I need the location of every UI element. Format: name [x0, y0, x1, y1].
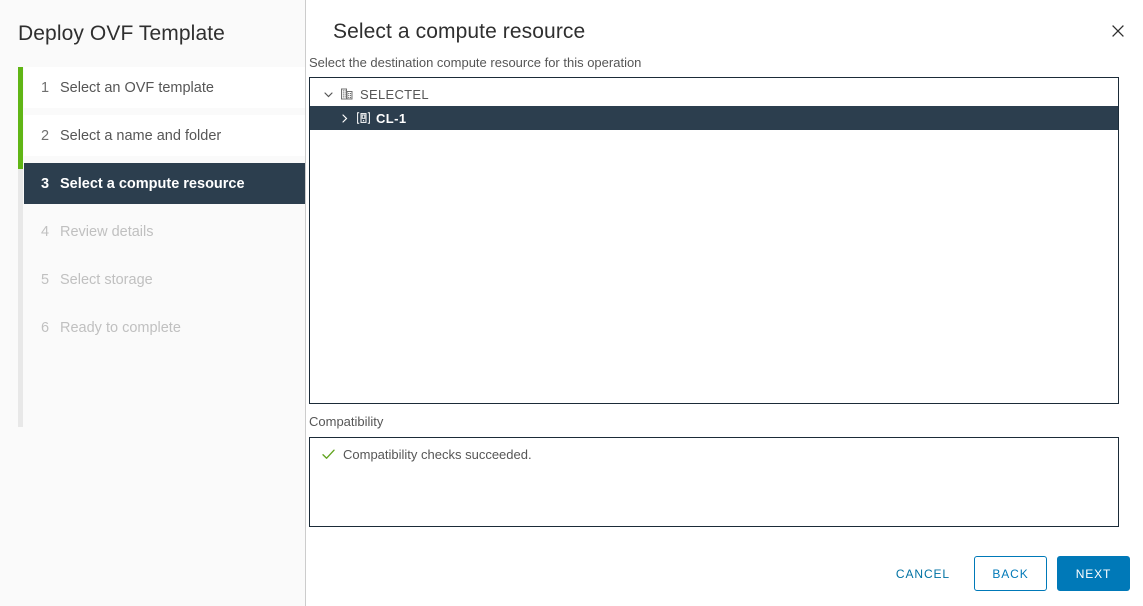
compute-resource-tree[interactable]: SELECTEL C: [309, 77, 1119, 404]
step-number: 4: [41, 224, 60, 240]
sidebar-step-select-a-name-and-folder[interactable]: 2 Select a name and folder: [24, 115, 305, 156]
cluster-icon: [353, 111, 373, 125]
page-title: Select a compute resource: [333, 19, 585, 45]
deploy-ovf-template-dialog: Deploy OVF Template 1 Select an OVF temp…: [0, 0, 1143, 606]
tree-row-fill: [407, 106, 1119, 130]
step-number: 1: [41, 80, 60, 96]
tree-node-label: SELECTEL: [357, 87, 429, 102]
compatibility-message: Compatibility checks succeeded.: [343, 447, 532, 462]
sidebar-step-ready-to-complete[interactable]: 6 Ready to complete: [24, 307, 305, 348]
compatibility-status-row: Compatibility checks succeeded.: [310, 438, 1118, 462]
cancel-button[interactable]: CANCEL: [882, 556, 964, 591]
step-label: Review details: [60, 224, 154, 240]
tree-node-label: CL-1: [373, 111, 407, 126]
chevron-down-icon[interactable]: [319, 89, 337, 100]
step-label: Select a compute resource: [60, 176, 245, 192]
tree-node-selectel[interactable]: SELECTEL: [310, 82, 1118, 106]
step-number: 5: [41, 272, 60, 288]
step-number: 6: [41, 320, 60, 336]
back-button[interactable]: BACK: [974, 556, 1047, 591]
step-label: Ready to complete: [60, 320, 181, 336]
wizard-main-panel: Select a compute resource Select the des…: [306, 0, 1143, 606]
compatibility-panel: Compatibility checks succeeded.: [309, 437, 1119, 527]
step-label: Select a name and folder: [60, 128, 221, 144]
sidebar-step-review-details[interactable]: 4 Review details: [24, 211, 305, 252]
step-number: 2: [41, 128, 60, 144]
progress-rail-remaining: [18, 169, 23, 427]
wizard-steps-list: 1 Select an OVF template 2 Select a name…: [0, 67, 305, 348]
sidebar-step-select-a-compute-resource[interactable]: 3 Select a compute resource: [24, 163, 305, 204]
close-button[interactable]: [1105, 18, 1131, 44]
step-number: 3: [41, 176, 60, 192]
check-icon: [321, 447, 343, 462]
tree-node-cl-1[interactable]: CL-1: [310, 106, 1118, 130]
step-label: Select an OVF template: [60, 80, 214, 96]
wizard-sidebar: Deploy OVF Template 1 Select an OVF temp…: [0, 0, 306, 606]
sidebar-step-select-storage[interactable]: 5 Select storage: [24, 259, 305, 300]
close-icon: [1110, 23, 1126, 39]
chevron-right-icon[interactable]: [335, 113, 353, 124]
step-label: Select storage: [60, 272, 153, 288]
sidebar-step-select-an-ovf-template[interactable]: 1 Select an OVF template: [24, 67, 305, 108]
wizard-title: Deploy OVF Template: [0, 0, 305, 47]
datacenter-icon: [337, 87, 357, 101]
wizard-footer: CANCEL BACK NEXT: [882, 556, 1130, 591]
progress-rail-completed: [18, 67, 23, 169]
compatibility-label: Compatibility: [309, 414, 383, 430]
next-button[interactable]: NEXT: [1057, 556, 1130, 591]
page-subtitle: Select the destination compute resource …: [309, 55, 641, 71]
